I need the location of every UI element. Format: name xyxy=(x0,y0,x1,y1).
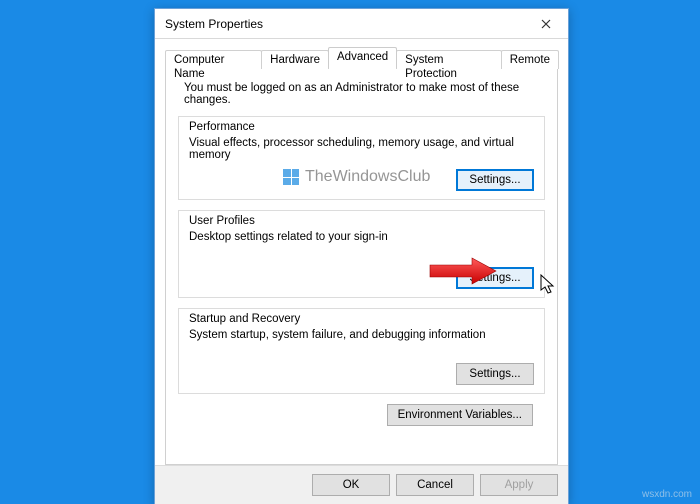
dialog-body: Computer Name Hardware Advanced System P… xyxy=(155,39,568,465)
admin-note: You must be logged on as an Administrato… xyxy=(184,82,543,106)
source-attribution: wsxdn.com xyxy=(642,489,692,500)
group-performance-legend: Performance xyxy=(189,121,534,133)
dialog-button-bar: OK Cancel Apply xyxy=(155,465,568,504)
tab-remote[interactable]: Remote xyxy=(501,50,559,69)
group-performance: Performance Visual effects, processor sc… xyxy=(178,116,545,200)
group-user-profiles-legend: User Profiles xyxy=(189,215,534,227)
cancel-button[interactable]: Cancel xyxy=(396,474,474,496)
close-button[interactable] xyxy=(524,9,568,39)
startup-recovery-settings-button[interactable]: Settings... xyxy=(456,363,534,385)
tabstrip: Computer Name Hardware Advanced System P… xyxy=(165,47,558,68)
tab-panel-advanced: You must be logged on as an Administrato… xyxy=(165,67,558,465)
environment-variables-button[interactable]: Environment Variables... xyxy=(387,404,533,426)
performance-settings-button[interactable]: Settings... xyxy=(456,169,534,191)
group-startup-recovery-desc: System startup, system failure, and debu… xyxy=(189,329,534,341)
tab-system-protection[interactable]: System Protection xyxy=(396,50,502,69)
apply-button[interactable]: Apply xyxy=(480,474,558,496)
user-profiles-settings-button[interactable]: Settings... xyxy=(456,267,534,289)
group-startup-recovery: Startup and Recovery System startup, sys… xyxy=(178,308,545,394)
group-user-profiles-desc: Desktop settings related to your sign-in xyxy=(189,231,534,243)
window-title: System Properties xyxy=(165,17,524,31)
group-user-profiles: User Profiles Desktop settings related t… xyxy=(178,210,545,298)
tab-hardware[interactable]: Hardware xyxy=(261,50,329,69)
system-properties-dialog: System Properties Computer Name Hardware… xyxy=(154,8,569,504)
ok-button[interactable]: OK xyxy=(312,474,390,496)
titlebar: System Properties xyxy=(155,9,568,39)
tab-advanced[interactable]: Advanced xyxy=(328,47,397,68)
tab-computer-name[interactable]: Computer Name xyxy=(165,50,262,69)
group-startup-recovery-legend: Startup and Recovery xyxy=(189,313,534,325)
group-performance-desc: Visual effects, processor scheduling, me… xyxy=(189,137,534,161)
close-icon xyxy=(541,19,551,29)
